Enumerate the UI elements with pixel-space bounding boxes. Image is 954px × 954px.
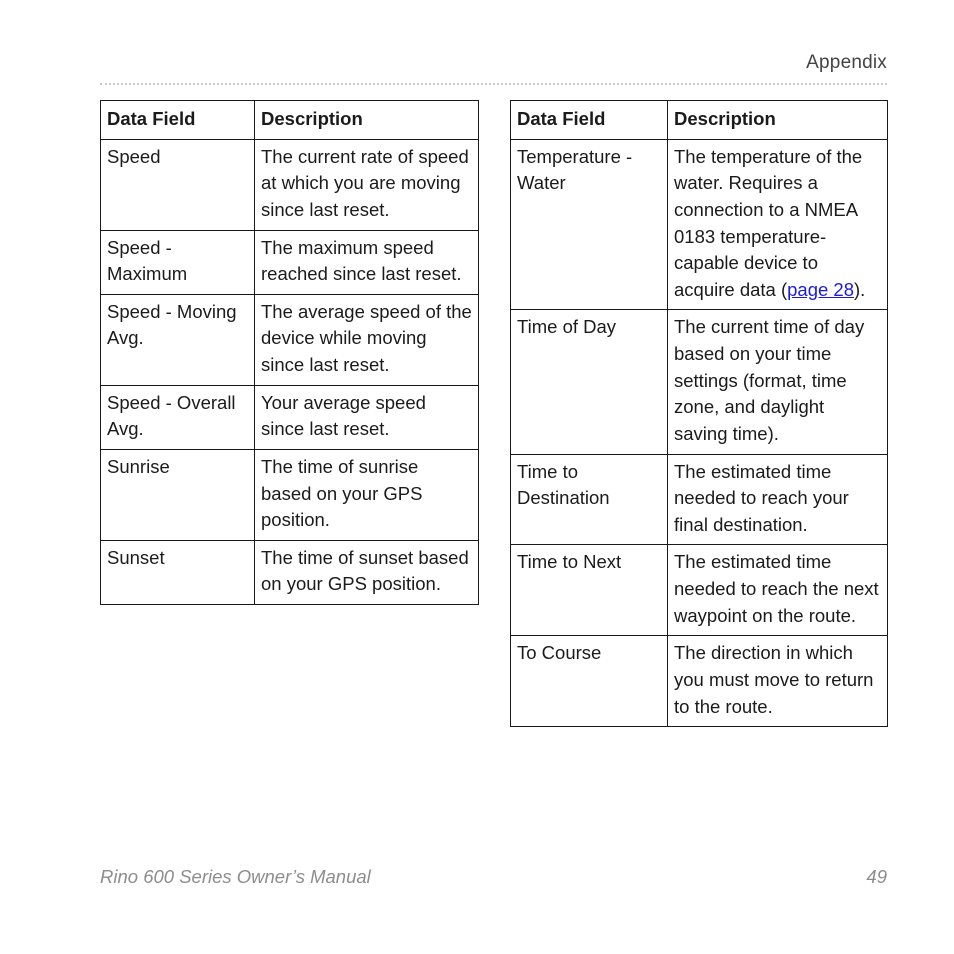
cell-data-field: Speed - Overall Avg. [100, 384, 255, 450]
column-header-description: Description [667, 100, 888, 140]
cell-description: The maximum speed reached since last res… [254, 229, 479, 295]
cell-description: Your average speed since last reset. [254, 384, 479, 450]
table-header-row: Data Field Description [510, 100, 888, 140]
cell-data-field: Temperature - Water [510, 138, 668, 311]
left-column: Data Field Description Speed The current… [100, 100, 479, 606]
footer-page-number: 49 [866, 866, 887, 887]
cell-data-field: Speed - Maximum [100, 229, 255, 295]
cell-description: The time of sunrise based on your GPS po… [254, 448, 479, 541]
cell-data-field: Time to Next [510, 544, 668, 637]
table-row: Time to Destination The estimated time n… [510, 453, 888, 546]
description-text-after-link: ). [854, 278, 866, 300]
column-header-data-field: Data Field [510, 100, 668, 140]
data-field-table-left: Data Field Description Speed The current… [100, 100, 479, 606]
page-reference-link[interactable]: page 28 [787, 279, 854, 300]
cell-data-field: To Course [510, 635, 668, 728]
cell-data-field: Speed [100, 138, 255, 231]
page-footer: Rino 600 Series Owner’s Manual 49 [100, 866, 887, 894]
table-row: Speed - Moving Avg. The average speed of… [100, 293, 479, 386]
header-section-title: Appendix [806, 52, 887, 73]
table-header-row: Data Field Description [100, 100, 479, 140]
right-column: Data Field Description Temperature - Wat… [510, 100, 888, 728]
document-page: Appendix Data Field Description Speed Th… [0, 0, 954, 954]
table-row: Speed The current rate of speed at which… [100, 138, 479, 231]
table-row: Temperature - Water The temperature of t… [510, 138, 888, 311]
table-row: Time of Day The current time of day base… [510, 309, 888, 455]
table-row: Speed - Overall Avg. Your average speed … [100, 384, 479, 450]
table-row: Sunrise The time of sunrise based on you… [100, 448, 479, 541]
cell-description: The average speed of the device while mo… [254, 293, 479, 386]
cell-data-field: Time of Day [510, 309, 668, 455]
table-row: Time to Next The estimated time needed t… [510, 544, 888, 637]
table-row: To Course The direction in which you mus… [510, 635, 888, 728]
page-header: Appendix [100, 52, 887, 74]
footer-manual-title: Rino 600 Series Owner’s Manual [100, 866, 371, 887]
cell-data-field: Sunrise [100, 448, 255, 541]
cell-description: The estimated time needed to reach your … [667, 453, 888, 546]
column-header-data-field: Data Field [100, 100, 255, 140]
column-header-description: Description [254, 100, 479, 140]
cell-data-field: Sunset [100, 539, 255, 606]
cell-description: The time of sunset based on your GPS pos… [254, 539, 479, 606]
table-row: Speed - Maximum The maximum speed reache… [100, 229, 479, 295]
cell-description: The estimated time needed to reach the n… [667, 544, 888, 637]
cell-data-field: Time to Destination [510, 453, 668, 546]
description-text-before-link: The temperature of the water. Requires a… [674, 145, 863, 300]
cell-description: The current rate of speed at which you a… [254, 138, 479, 231]
cell-description: The current time of day based on your ti… [667, 309, 888, 455]
cell-description: The temperature of the water. Requires a… [667, 138, 888, 311]
cell-data-field: Speed - Moving Avg. [100, 293, 255, 386]
table-row: Sunset The time of sunset based on your … [100, 539, 479, 606]
header-divider-rule [100, 83, 887, 87]
cell-description: The direction in which you must move to … [667, 635, 888, 728]
data-field-table-right: Data Field Description Temperature - Wat… [510, 100, 888, 728]
